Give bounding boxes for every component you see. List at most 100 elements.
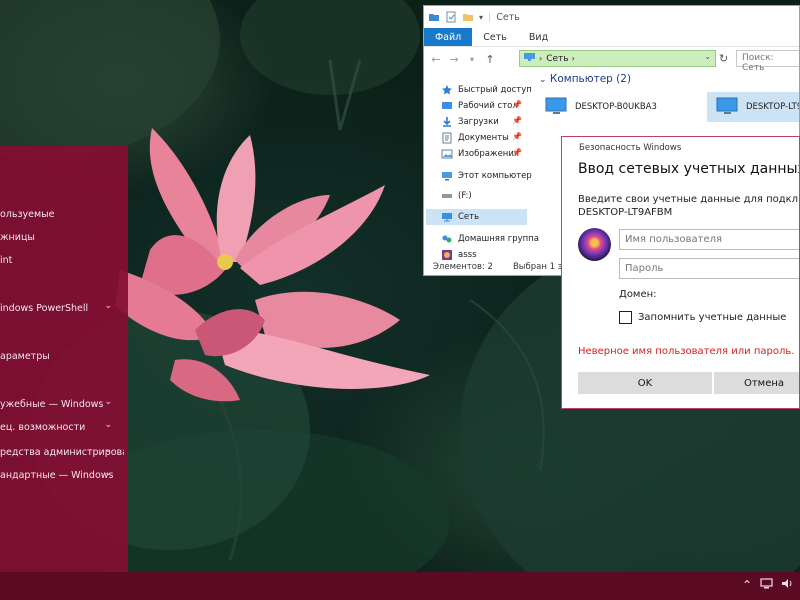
nav-item-documents[interactable]: Документы 📌 <box>426 130 527 146</box>
breadcrumb-chevron-icon[interactable]: › <box>539 54 542 63</box>
network-icon <box>523 52 536 65</box>
explorer-titlebar: ▾ | Сеть <box>424 6 799 28</box>
ribbon-tabs: Файл Сеть Вид <box>424 28 799 47</box>
explorer-title: Сеть <box>496 11 520 23</box>
desktop-folder-icon <box>441 100 453 112</box>
nav-item-downloads[interactable]: Загрузки 📌 <box>426 114 527 130</box>
nav-item-label: Сеть <box>458 212 480 222</box>
tab-network[interactable]: Сеть <box>472 28 518 46</box>
star-icon <box>441 84 453 96</box>
nav-item-network[interactable]: Сеть <box>426 209 527 225</box>
computer-icon <box>441 170 453 182</box>
dialog-caption: Безопасность Windows <box>579 143 682 153</box>
nav-item-label: Быстрый доступ <box>458 85 532 95</box>
nav-item-user-asss[interactable]: asss <box>426 247 527 263</box>
cancel-button[interactable]: Отмена <box>714 372 799 394</box>
refresh-icon[interactable]: ↻ <box>719 52 728 65</box>
pin-icon[interactable]: 📌 <box>512 100 522 109</box>
start-item-paint[interactable]: int <box>0 249 124 271</box>
ok-button[interactable]: OK <box>578 372 712 394</box>
pictures-icon <box>441 148 453 160</box>
tab-file[interactable]: Файл <box>424 28 473 46</box>
pin-icon[interactable]: 📌 <box>512 148 522 157</box>
status-item-count: Элементов: 2 <box>433 262 493 272</box>
computer-item-b0ukba3[interactable]: DESKTOP-B0UKBA3 <box>542 92 692 122</box>
computer-item-lt9afbm[interactable]: DESKTOP-LT9AFBM <box>707 92 799 122</box>
nav-item-label: Рабочий стол <box>458 101 518 111</box>
new-folder-icon[interactable] <box>462 11 474 23</box>
forward-arrow-icon[interactable]: → <box>447 53 461 66</box>
computer-icon <box>544 96 570 119</box>
dialog-heading: Ввод сетевых учетных данных <box>578 161 800 177</box>
start-item-accessibility[interactable]: ец. возможности ⌄ <box>0 416 124 438</box>
pin-icon[interactable]: 📌 <box>512 116 522 125</box>
remember-credentials-checkbox[interactable] <box>619 311 632 324</box>
volume-icon[interactable] <box>781 578 794 592</box>
nav-item-label: Загрузки <box>458 117 499 127</box>
chevron-down-icon[interactable]: ⌄ <box>539 75 547 85</box>
nav-item-label: Изображения <box>458 149 520 159</box>
documents-icon <box>441 132 453 144</box>
username-field[interactable]: Имя пользователя <box>619 229 799 250</box>
chevron-down-icon: ⌄ <box>104 301 112 311</box>
start-item-label: араметры <box>0 350 50 362</box>
start-item-system-tools[interactable]: ужебные — Windows ⌄ <box>0 393 124 415</box>
network-icon <box>441 211 453 223</box>
start-item-settings[interactable]: араметры <box>0 345 124 367</box>
nav-item-drive-f[interactable]: (F:) <box>426 188 527 204</box>
pin-icon[interactable]: 📌 <box>512 132 522 141</box>
navigation-pane: Быстрый доступ Рабочий стол 📌 Загрузки 📌… <box>424 76 539 263</box>
start-item-admin-tools[interactable]: редства администрировани… ⌄ <box>0 441 124 463</box>
title-separator: | <box>488 11 492 23</box>
system-tray: ⌃ <box>742 578 794 592</box>
folder-icon <box>428 11 440 23</box>
breadcrumb-chevron-icon[interactable]: › <box>572 54 575 63</box>
nav-item-pictures[interactable]: Изображения 📌 <box>426 146 527 162</box>
group-header[interactable]: ⌄ Компьютер (2) <box>539 73 631 85</box>
network-tray-icon[interactable] <box>760 578 773 592</box>
start-item-label: ользуемые <box>0 208 55 220</box>
chevron-up-icon[interactable]: ⌃ <box>742 578 752 592</box>
nav-item-label: Домашняя группа <box>458 234 539 244</box>
start-item-label: int <box>0 254 13 266</box>
start-item-accessories[interactable]: андартные — Windows ⌄ <box>0 464 124 486</box>
target-computer-name: DESKTOP-LT9AFBM <box>578 207 673 218</box>
credential-dialog: Безопасность Windows Ввод сетевых учетны… <box>561 136 800 409</box>
downloads-icon <box>441 116 453 128</box>
nav-item-this-pc[interactable]: Этот компьютер <box>426 168 532 184</box>
taskbar: ⌃ <box>0 572 800 600</box>
domain-label: Домен: <box>619 289 657 300</box>
address-bar[interactable]: › Сеть › ⌄ <box>519 50 716 67</box>
start-item-scissors[interactable]: жницы <box>0 226 124 248</box>
start-item-label: жницы <box>0 231 35 243</box>
nav-item-label: (F:) <box>458 191 472 201</box>
nav-item-desktop[interactable]: Рабочий стол 📌 <box>426 98 527 114</box>
homegroup-icon <box>441 233 453 245</box>
user-icon <box>441 249 453 261</box>
user-avatar <box>578 228 611 261</box>
password-field[interactable]: Пароль <box>619 258 799 279</box>
nav-item-label: Документы <box>458 133 509 143</box>
nav-item-label: asss <box>458 250 477 260</box>
recent-dropdown-icon[interactable]: ▾ <box>465 55 479 64</box>
start-item-label: андартные — Windows <box>0 469 114 481</box>
search-input[interactable]: Поиск: Сеть <box>736 50 799 73</box>
tab-view[interactable]: Вид <box>518 28 559 46</box>
dialog-prompt: Введите свои учетные данные для подключе… <box>578 193 799 219</box>
chevron-down-icon: ⌄ <box>104 445 112 455</box>
nav-item-homegroup[interactable]: Домашняя группа <box>426 231 539 247</box>
properties-icon[interactable] <box>445 11 457 23</box>
back-arrow-icon[interactable]: ← <box>429 53 443 66</box>
nav-item-quick-access[interactable]: Быстрый доступ <box>426 82 532 98</box>
prompt-line: Введите свои учетные данные для подключе… <box>578 194 799 205</box>
remember-credentials-label[interactable]: Запомнить учетные данные <box>638 312 786 323</box>
start-item-powershell[interactable]: indows PowerShell ⌄ <box>0 297 124 319</box>
computer-icon <box>715 96 741 119</box>
qat-dropdown-icon[interactable]: ▾ <box>479 13 483 22</box>
address-dropdown-icon[interactable]: ⌄ <box>704 52 711 61</box>
breadcrumb[interactable]: Сеть <box>546 54 568 64</box>
start-item-frequent[interactable]: ользуемые <box>0 203 124 225</box>
chevron-down-icon: ⌄ <box>104 397 112 407</box>
start-item-label: indows PowerShell <box>0 302 89 314</box>
up-arrow-icon[interactable]: ↑ <box>483 53 497 66</box>
